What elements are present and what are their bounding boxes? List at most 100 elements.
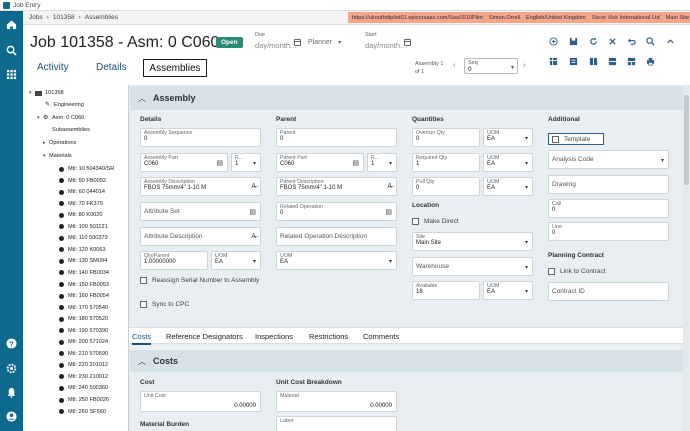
checkbox-box[interactable] [548, 268, 555, 275]
start-date-field[interactable]: Start day/month... [365, 32, 411, 56]
analysis-code-select[interactable]: Analysis Code ▾ [548, 150, 669, 169]
required-qty-field[interactable]: Required Qty 1 [412, 153, 480, 172]
breadcrumb-item[interactable]: 101358 [53, 14, 75, 21]
breadcrumb-item[interactable]: Jobs [29, 14, 43, 21]
attribute-lookup-icon[interactable]: ▤ [249, 208, 256, 216]
tree-node-material[interactable]: Mtl: 200 571024 [59, 339, 108, 345]
add-new-icon[interactable] [548, 36, 559, 47]
current-site[interactable]: Main Site [666, 15, 689, 21]
checkbox-box[interactable] [412, 218, 419, 225]
tree-node-material[interactable]: Mtl: 50 FB0052 [59, 178, 106, 184]
collapse-chevron-icon[interactable]: ︿ [138, 93, 146, 104]
user-account-icon[interactable] [0, 407, 23, 425]
calendar-icon[interactable] [294, 39, 301, 46]
parent-field[interactable]: Parent 0 [276, 128, 397, 147]
due-date-field[interactable]: Due day/month... [255, 32, 301, 56]
translate-icon[interactable]: A̶ [387, 183, 392, 190]
breadcrumb-item[interactable]: Assemblies [85, 14, 118, 21]
attribute-set-field[interactable]: Attribute Set ▤ [140, 202, 261, 221]
pull-uom-select[interactable]: UOM EA ▾ [483, 177, 533, 196]
qty-per-parent-field[interactable]: Qty/Parent 1.00000000 [140, 251, 208, 270]
tree-node-material[interactable]: Mtl: 10 504340/SR [59, 166, 114, 172]
tree-node-material[interactable]: Mtl: 170 570540 [59, 305, 108, 311]
tab-reference-designators[interactable]: Reference Designators [166, 332, 243, 341]
assembly-part-field[interactable]: Assembly Part C060 ▤ [140, 153, 228, 172]
related-operation-field[interactable]: Related Operation 0 ▤ [276, 202, 397, 221]
contract-id-field[interactable]: Contract ID [548, 282, 669, 301]
tree-node-material[interactable]: Mtl: 220 201012 [59, 362, 108, 368]
collapse-chevron-icon[interactable]: ︿ [138, 356, 146, 367]
available-uom-select[interactable]: UOM EA ▾ [483, 281, 533, 300]
operation-lookup-icon[interactable]: ▤ [385, 208, 392, 216]
card-layout-icon[interactable] [607, 56, 618, 67]
tree-node-material[interactable]: Mtl: 230 210012 [59, 374, 108, 380]
tree-node-operations[interactable]: ▸ Operations [43, 140, 76, 146]
tree-node-material[interactable]: Mtl: 70 FK370 [59, 201, 103, 207]
parent-description-field[interactable]: Parent Description FBOS 75mm/4" 1-10 M A̶ [276, 177, 397, 196]
tree-node-material[interactable]: Mtl: 150 FB0053 [59, 282, 109, 288]
reassign-serial-checkbox[interactable]: Reassign Serial Number to Assembly [140, 277, 264, 285]
apps-grid-icon[interactable] [0, 65, 23, 83]
overrun-uom-select[interactable]: UOM EA ▾ [483, 128, 533, 147]
tree-node-assembly[interactable]: ▾ ⚙ Asm: 0 C060 [37, 114, 84, 122]
assembly-description-field[interactable]: Assembly Description FBOS 75mm/4" 1-10 MA… [140, 177, 261, 196]
parent-uom-select[interactable]: UOM EA ▾ [276, 251, 397, 270]
costs-section-header[interactable]: ︿ Costs [130, 350, 688, 372]
notifications-bell-icon[interactable] [0, 383, 23, 401]
tree-node-material[interactable]: Mtl: 260 SF560 [59, 409, 106, 415]
next-assembly-icon[interactable]: › [523, 62, 525, 69]
template-checkbox[interactable]: Template [548, 133, 604, 145]
parent-part-field[interactable]: Parent Part C060 ▤ [276, 153, 364, 172]
tree-node-material[interactable]: Mtl: 180 570520 [59, 316, 108, 322]
assembly-sequence-field[interactable]: Assembly Sequence 0 [140, 128, 261, 147]
checkbox-box[interactable] [552, 135, 559, 143]
tree-node-material[interactable]: Mtl: 120 K0063 [59, 247, 106, 253]
overrun-qty-field[interactable]: Overrun Qty 0 [412, 128, 480, 147]
pull-qty-field[interactable]: Pull Qty 0 [412, 177, 480, 196]
tab-assemblies[interactable]: Assemblies [143, 59, 207, 77]
seq-select[interactable]: Seq 0 ▾ [464, 58, 518, 74]
assembly-section-header[interactable]: ︿ Assembly [130, 86, 688, 110]
tree-node-subassemblies[interactable]: Subassemblies [52, 127, 90, 133]
tree-node-material[interactable]: Mtl: 110 500379 [59, 235, 108, 241]
undo-icon[interactable] [626, 36, 637, 47]
translate-icon[interactable]: A̶ [251, 183, 256, 190]
chevron-up-icon[interactable] [665, 36, 676, 47]
settings-gear-icon[interactable] [0, 359, 23, 377]
attribute-description-field[interactable]: Attribute Description A̶ [140, 227, 261, 246]
part-lookup-icon[interactable]: ▤ [216, 159, 223, 167]
panel-layout-icon[interactable] [588, 56, 599, 67]
translate-icon[interactable]: A̶ [251, 233, 256, 240]
current-user[interactable]: Simon.Orrell [489, 15, 520, 21]
split-layout-icon[interactable] [626, 56, 637, 67]
tree-node-material[interactable]: Mtl: 60 044014 [59, 189, 105, 195]
drawing-field[interactable]: Drawing [548, 175, 669, 194]
current-language[interactable]: English/United Kingdom [526, 15, 586, 21]
search-icon[interactable] [645, 36, 656, 47]
search-icon[interactable] [0, 41, 23, 59]
grid-layout-icon[interactable] [548, 56, 559, 67]
sync-to-cpc-checkbox[interactable]: Sync to CPC [140, 301, 189, 308]
link-to-contract-checkbox[interactable]: Link to Contract [548, 268, 606, 275]
tab-inspections[interactable]: Inspections [255, 332, 293, 341]
site-select[interactable]: Site Main Site ▾ [412, 232, 533, 251]
call-field[interactable]: Call 0 [548, 199, 669, 218]
print-icon[interactable] [645, 56, 656, 67]
previous-assembly-icon[interactable]: ‹ [453, 62, 455, 69]
assembly-revision-select[interactable]: R... 1 ▾ [231, 153, 261, 172]
required-uom-select[interactable]: UOM EA ▾ [483, 153, 533, 172]
tab-restrictions[interactable]: Restrictions [309, 332, 348, 341]
tab-comments[interactable]: Comments [363, 332, 399, 341]
refresh-icon[interactable] [588, 36, 599, 47]
warehouse-select[interactable]: Warehouse ▾ [412, 257, 533, 276]
tree-node-material[interactable]: Mtl: 240 500360 [59, 385, 108, 391]
checkbox-box[interactable] [140, 301, 147, 308]
save-icon[interactable] [568, 36, 579, 47]
details-uom-select[interactable]: UOM EA ▾ [211, 251, 261, 270]
planner-select[interactable]: Planner ▾ [308, 39, 341, 46]
tree-node-engineering[interactable]: ✎ Engineering [45, 101, 84, 109]
tree-node-job[interactable]: ▾ 101358 [29, 90, 64, 96]
tree-node-material[interactable]: Mtl: 80 K0020 [59, 212, 103, 218]
current-company[interactable]: Steve Vick International Ltd [592, 15, 660, 21]
main-scrollbar[interactable] [683, 85, 690, 431]
